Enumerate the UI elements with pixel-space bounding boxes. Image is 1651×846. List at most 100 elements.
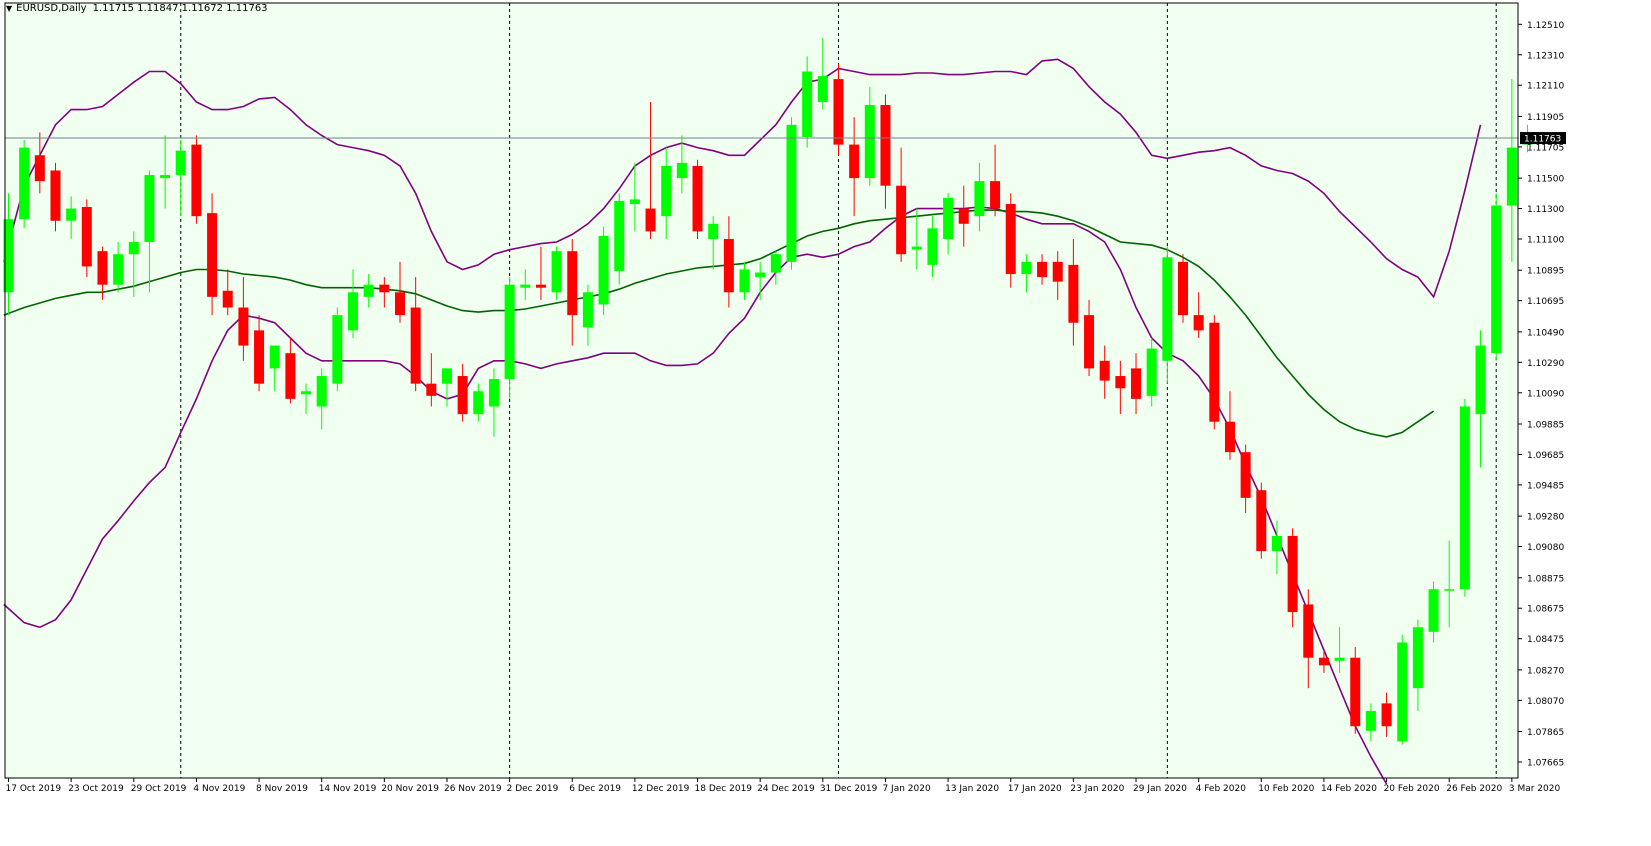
candle-body (348, 292, 359, 331)
x-tick-label: 6 Dec 2019 (569, 784, 621, 794)
candle-body (1209, 322, 1220, 422)
candle-body (175, 150, 186, 176)
candle-body (770, 254, 781, 273)
candle-body (739, 269, 750, 293)
candle-body (34, 155, 45, 182)
candle-body (1444, 589, 1455, 591)
candle-body (332, 315, 343, 384)
candle-body (864, 105, 875, 179)
candle-body (786, 124, 797, 262)
candle-body (66, 208, 77, 221)
x-tick-label: 13 Jan 2020 (945, 784, 999, 794)
candle-body (1256, 490, 1267, 552)
candle-body (817, 76, 828, 102)
x-tick-label: 12 Dec 2019 (632, 784, 690, 794)
x-tick-label: 29 Oct 2019 (131, 784, 187, 794)
y-tick-label: 1.11300 (1527, 205, 1564, 215)
y-tick-label: 1.09885 (1527, 420, 1564, 430)
candle-body (1240, 452, 1251, 498)
x-tick-label: 23 Oct 2019 (68, 784, 124, 794)
y-tick-label: 1.10090 (1527, 389, 1564, 399)
x-tick-label: 2 Dec 2019 (507, 784, 559, 794)
candle-body (974, 181, 985, 217)
x-tick-label: 10 Feb 2020 (1258, 784, 1314, 794)
candle-body (943, 197, 954, 240)
candle-body (1491, 205, 1502, 354)
y-tick-label: 1.08675 (1527, 605, 1564, 615)
candle-body (191, 144, 202, 217)
x-tick-label: 26 Nov 2019 (444, 784, 502, 794)
candle-body (1397, 642, 1408, 742)
candle-body (410, 307, 421, 384)
y-tick-label: 1.12110 (1527, 82, 1564, 92)
candle-body (207, 213, 218, 297)
candle-body (551, 251, 562, 293)
candle-body (661, 165, 672, 217)
y-tick-label: 1.12310 (1527, 51, 1564, 61)
candle-body (128, 242, 139, 255)
candle-body (520, 284, 531, 288)
candle-body (1318, 657, 1329, 666)
y-tick-label: 1.08875 (1527, 574, 1564, 584)
candle-body (488, 379, 499, 407)
candle-body (1131, 368, 1142, 399)
y-tick-label: 1.07665 (1527, 759, 1564, 769)
candle-body (1412, 627, 1423, 689)
candle-body (285, 353, 296, 399)
chart-header: ▼ EURUSD,Daily 1.11715 1.11847 1.11672 1.1… (6, 3, 268, 14)
candle-body (1381, 703, 1392, 727)
chart-window: 1.12510 1.12310 1.12110 1.11905 1.11705 1.115… (0, 0, 1651, 841)
x-tick-label: 29 Jan 2020 (1133, 784, 1187, 794)
y-tick-label: 1.09280 (1527, 513, 1564, 523)
x-tick-label: 20 Feb 2020 (1384, 784, 1440, 794)
candle-body (238, 307, 249, 346)
candle-body (849, 144, 860, 179)
y-tick-label: 1.11100 (1527, 236, 1564, 246)
candle-body (1334, 657, 1345, 661)
candle-body (144, 175, 155, 243)
y-tick-label: 1.10290 (1527, 359, 1564, 369)
y-tick-label: 1.09080 (1527, 543, 1564, 553)
candle-body (567, 251, 578, 316)
candle-body (1287, 535, 1298, 613)
candle-body (269, 345, 280, 369)
candle-body (316, 376, 327, 407)
candle-body (1224, 421, 1235, 453)
collapse-triangle-icon[interactable]: ▼ (6, 4, 12, 13)
y-tick-label: 1.12510 (1527, 21, 1564, 31)
x-tick-label: 17 Jan 2020 (1008, 784, 1062, 794)
x-tick-label: 8 Nov 2019 (256, 784, 308, 794)
y-tick-label: 1.08475 (1527, 635, 1564, 645)
candle-body (1052, 261, 1063, 282)
candle-body (1178, 261, 1188, 316)
y-tick-label: 1.08270 (1527, 666, 1564, 676)
candle-body (880, 105, 891, 186)
candle-body (911, 246, 922, 250)
candle-body (927, 228, 938, 265)
candle-body (160, 175, 171, 179)
candle-body (1021, 261, 1032, 275)
candle-body (1459, 406, 1470, 590)
candle-body (1084, 315, 1095, 369)
plot-background (5, 3, 1518, 778)
candle-body (629, 199, 640, 204)
candle-body (1506, 147, 1517, 206)
candle-body (692, 165, 703, 232)
candle-body (441, 368, 452, 384)
y-tick-label: 1.11905 (1527, 113, 1564, 123)
candle-body (1365, 711, 1376, 731)
candle-body (379, 284, 390, 293)
candle-body (1146, 348, 1157, 396)
y-tick-label: 1.10895 (1527, 267, 1564, 277)
candle-body (504, 284, 515, 380)
eurusd-daily-chart[interactable]: 1.12510 1.12310 1.12110 1.11905 1.11705 1.115… (0, 0, 1651, 841)
candle-body (1115, 376, 1126, 389)
x-tick-label: 14 Feb 2020 (1321, 784, 1377, 794)
x-tick-label: 31 Dec 2019 (820, 784, 878, 794)
candle-body (395, 292, 405, 316)
x-tick-label: 20 Nov 2019 (381, 784, 439, 794)
candle-body (1428, 589, 1439, 632)
candle-body (833, 79, 844, 145)
y-tick-label: 1.11705 (1527, 143, 1564, 153)
candle-body (645, 208, 656, 232)
